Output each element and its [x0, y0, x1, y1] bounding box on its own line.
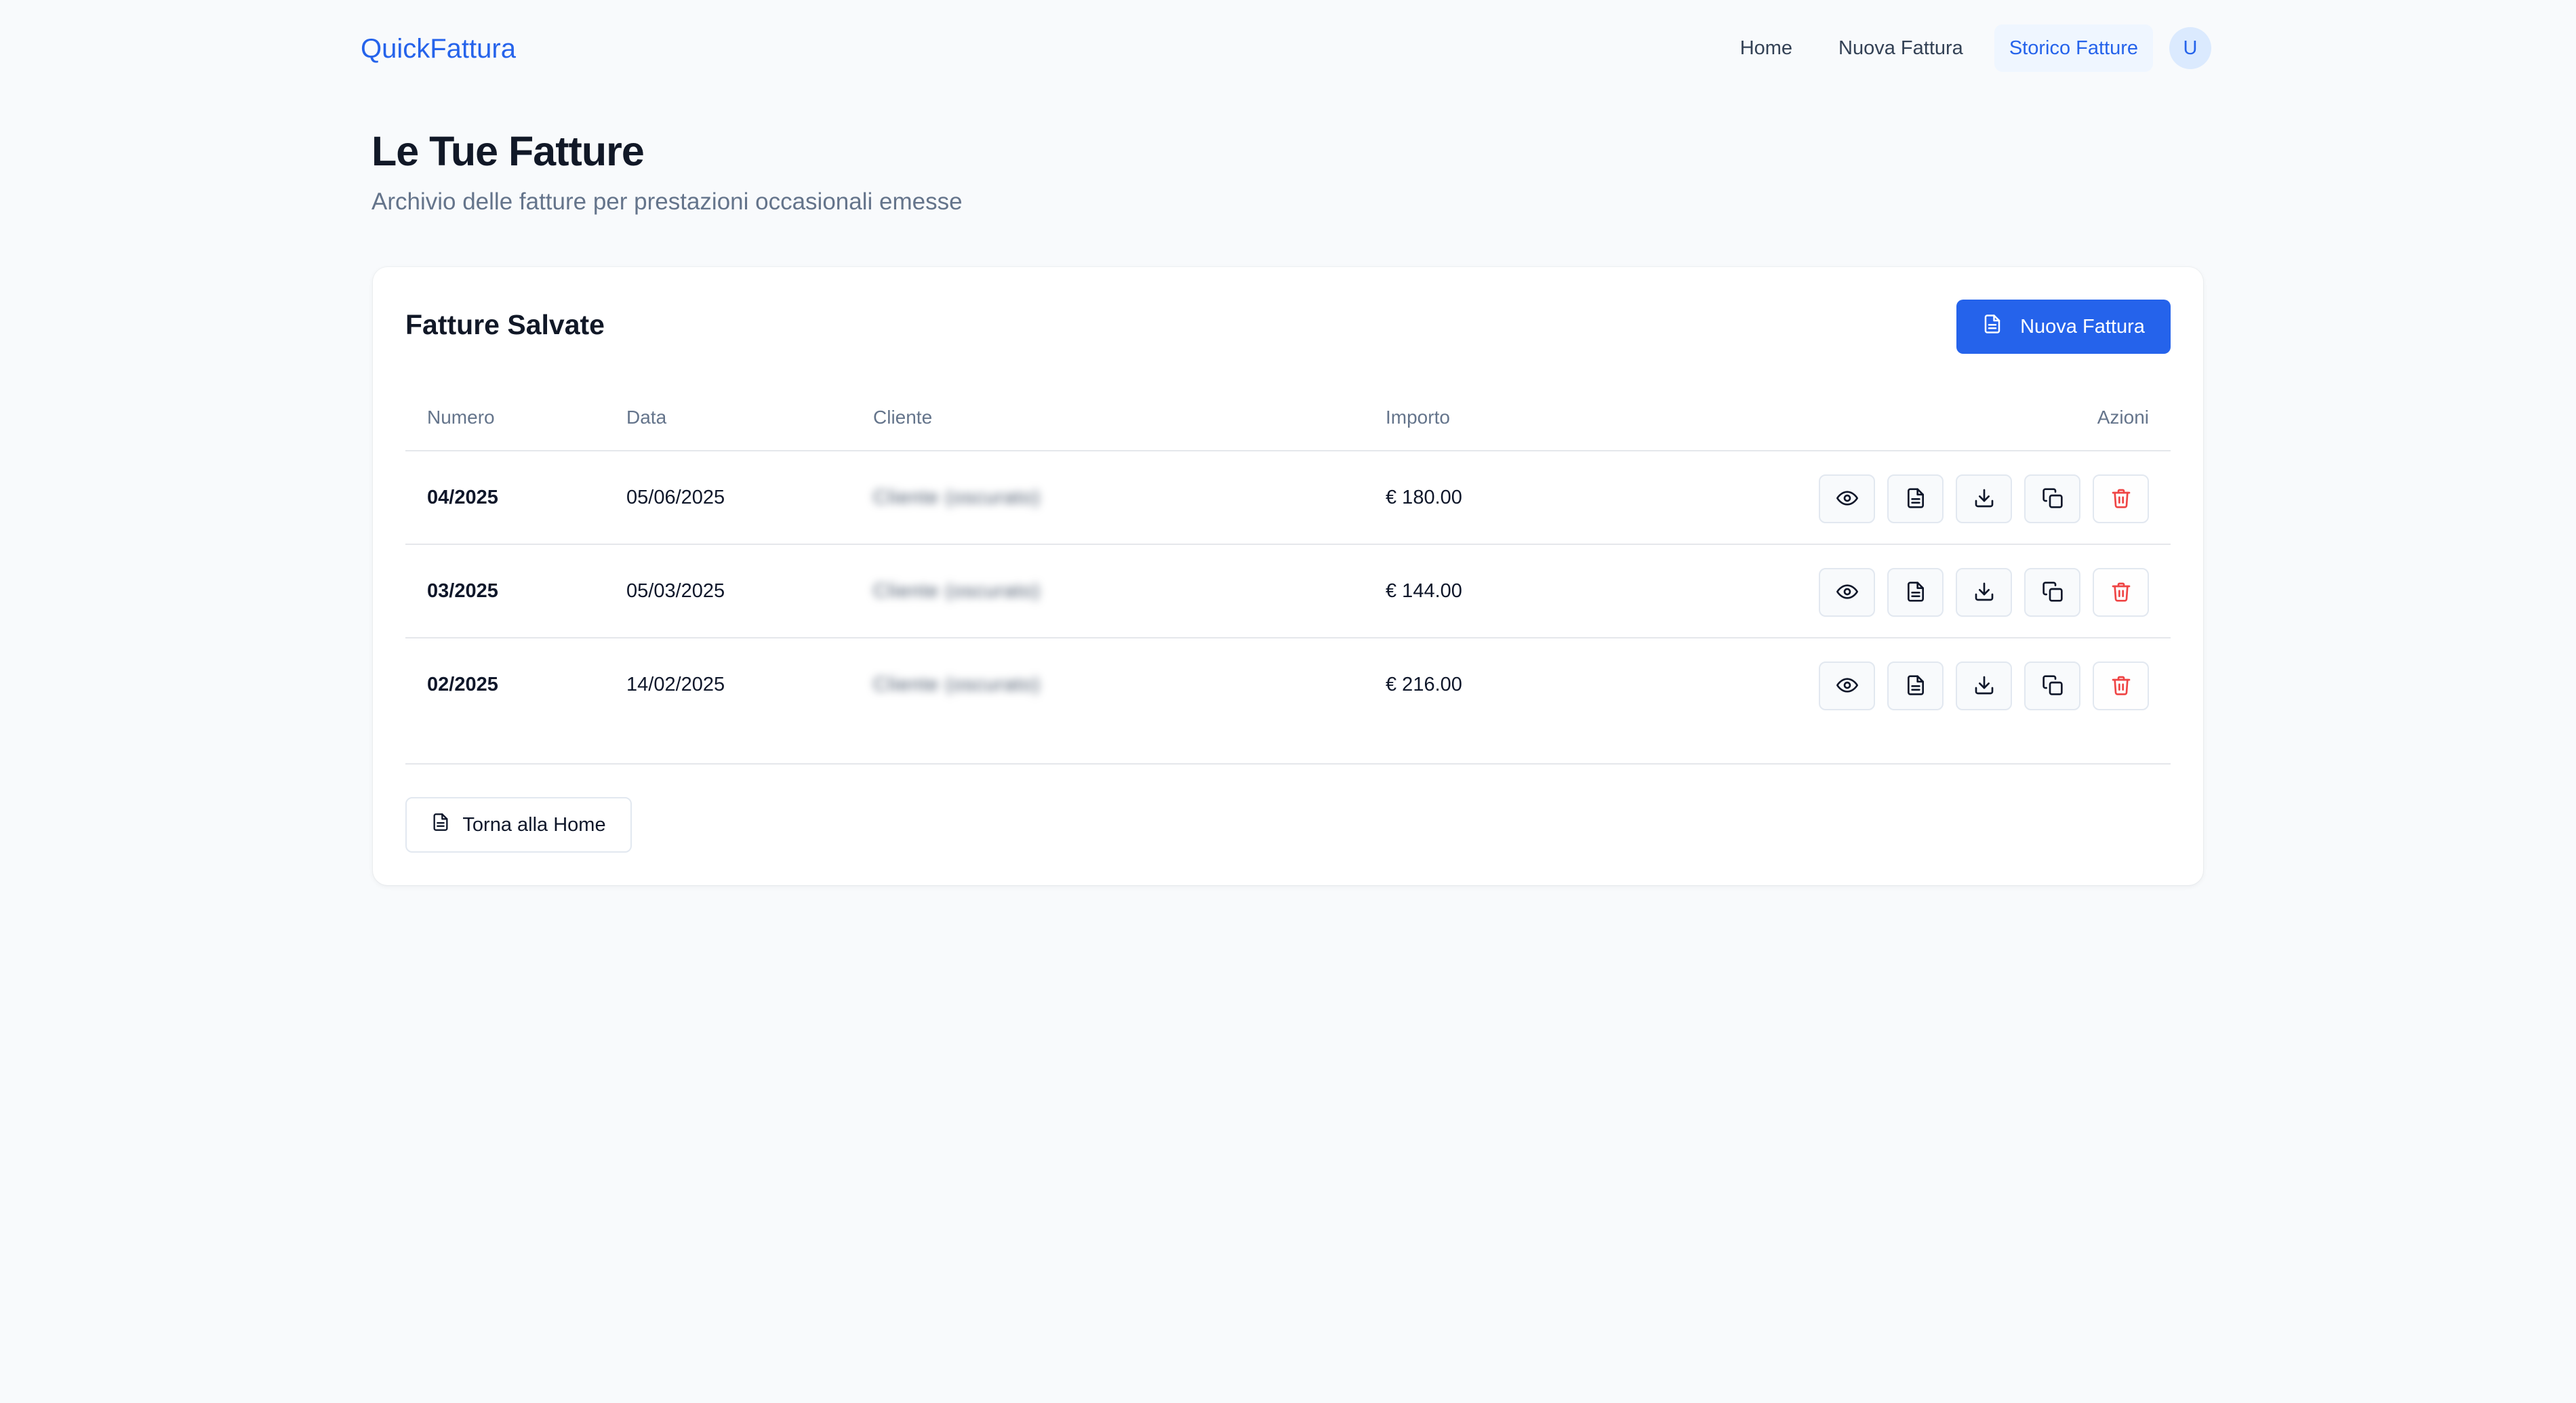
header-importo: Importo — [1386, 407, 1450, 428]
download-icon — [1973, 581, 1995, 605]
delete-button[interactable] — [2093, 662, 2149, 710]
cell-importo: € 144.00 — [1386, 580, 1462, 602]
eye-icon — [1836, 487, 1858, 511]
cell-numero: 03/2025 — [427, 580, 498, 602]
nav-home[interactable]: Home — [1725, 24, 1807, 72]
table-row: 03/2025 05/03/2025 Cliente (oscurato) € … — [405, 545, 2171, 638]
cell-importo: € 216.00 — [1386, 674, 1462, 695]
download-icon — [1973, 674, 1995, 698]
trash-icon — [2110, 674, 2132, 698]
view-button[interactable] — [1819, 662, 1875, 710]
cell-numero: 04/2025 — [427, 487, 498, 508]
duplicate-button[interactable] — [2024, 662, 2080, 710]
invoices-card: Fatture Salvate Nuova Fattura Numero Dat… — [373, 267, 2203, 885]
document-icon — [1905, 487, 1927, 511]
user-avatar[interactable]: U — [2169, 27, 2211, 69]
card-title: Fatture Salvate — [405, 309, 605, 340]
nav-storico-fatture[interactable]: Storico Fatture — [1994, 24, 2153, 72]
header-cliente: Cliente — [873, 407, 933, 428]
document-button[interactable] — [1887, 568, 1944, 617]
table-body: 04/2025 05/06/2025 Cliente (oscurato) € … — [405, 451, 2171, 732]
back-home-label: Torna alla Home — [462, 813, 606, 836]
cell-cliente: Cliente (oscurato) — [873, 674, 1041, 695]
table-header: Numero Data Cliente Importo Azioni — [405, 384, 2171, 451]
view-button[interactable] — [1819, 474, 1875, 523]
cell-cliente: Cliente (oscurato) — [873, 580, 1041, 602]
top-navbar: QuickFattura Home Nuova Fattura Storico … — [0, 0, 2576, 98]
copy-icon — [2042, 581, 2064, 605]
view-button[interactable] — [1819, 568, 1875, 617]
document-icon — [431, 811, 450, 838]
copy-icon — [2042, 487, 2064, 511]
table-row: 02/2025 14/02/2025 Cliente (oscurato) € … — [405, 638, 2171, 732]
document-icon — [1905, 581, 1927, 605]
cell-numero: 02/2025 — [427, 674, 498, 695]
trash-icon — [2110, 581, 2132, 605]
row-actions — [1819, 568, 2149, 617]
duplicate-button[interactable] — [2024, 568, 2080, 617]
new-invoice-button[interactable]: Nuova Fattura — [1956, 300, 2171, 354]
main-nav: Home Nuova Fattura Storico Fatture U — [1725, 24, 2211, 72]
download-button[interactable] — [1956, 568, 2012, 617]
cell-importo: € 180.00 — [1386, 487, 1462, 508]
cell-data: 05/06/2025 — [626, 487, 725, 508]
delete-button[interactable] — [2093, 568, 2149, 617]
table-row: 04/2025 05/06/2025 Cliente (oscurato) € … — [405, 451, 2171, 545]
card-divider — [405, 763, 2171, 765]
download-icon — [1973, 487, 1995, 511]
download-button[interactable] — [1956, 662, 2012, 710]
delete-button[interactable] — [2093, 474, 2149, 523]
nav-nuova-fattura[interactable]: Nuova Fattura — [1824, 24, 1978, 72]
cell-data: 14/02/2025 — [626, 674, 725, 695]
cell-cliente: Cliente (oscurato) — [873, 487, 1041, 508]
row-actions — [1819, 474, 2149, 523]
duplicate-button[interactable] — [2024, 474, 2080, 523]
cell-data: 05/03/2025 — [626, 580, 725, 602]
eye-icon — [1836, 581, 1858, 605]
header-azioni: Azioni — [2097, 407, 2149, 428]
page-title: Le Tue Fatture — [371, 128, 645, 174]
copy-icon — [2042, 674, 2064, 698]
document-icon — [1905, 674, 1927, 698]
invoices-table: Numero Data Cliente Importo Azioni 04/20… — [405, 384, 2171, 732]
page-subtitle: Archivio delle fatture per prestazioni o… — [371, 188, 963, 215]
document-button[interactable] — [1887, 474, 1944, 523]
brand-logo[interactable]: QuickFattura — [361, 30, 516, 68]
eye-icon — [1836, 674, 1858, 698]
document-icon — [1982, 312, 2003, 341]
back-home-button[interactable]: Torna alla Home — [405, 797, 632, 853]
download-button[interactable] — [1956, 474, 2012, 523]
document-button[interactable] — [1887, 662, 1944, 710]
header-numero: Numero — [427, 407, 495, 428]
new-invoice-label: Nuova Fattura — [2020, 315, 2145, 338]
trash-icon — [2110, 487, 2132, 511]
header-data: Data — [626, 407, 667, 428]
row-actions — [1819, 662, 2149, 710]
